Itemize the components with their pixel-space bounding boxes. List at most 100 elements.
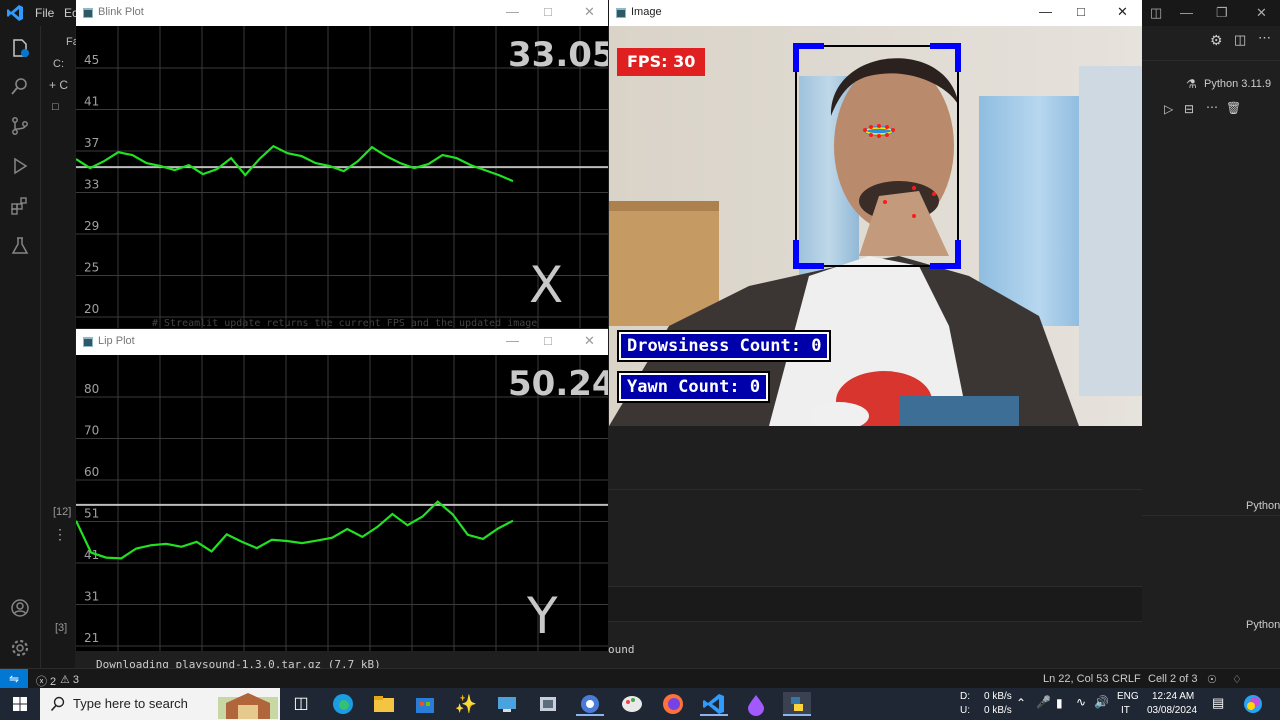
testing-flask-icon[interactable] [10, 236, 30, 256]
source-control-icon[interactable] [10, 116, 30, 136]
restore-icon[interactable]: ❐ [1216, 5, 1228, 21]
close-button[interactable]: ✕ [1117, 4, 1128, 20]
search-highlight-image [218, 693, 278, 719]
cell-more-icon[interactable]: ⋯ [1206, 100, 1218, 114]
editor-right-strip: ⚙ ◫ ⋯ ⚗ Python 3.11.9 ▷ ⊟ ⋯ 🗑 Python Pyt… [1142, 26, 1280, 668]
net-down-speed: 0 kB/s [984, 691, 1012, 702]
clock-date[interactable]: 03/08/2024 [1147, 705, 1197, 716]
lightning-app-icon[interactable]: ✨ [452, 692, 480, 716]
explorer-item[interactable]: + C [49, 78, 68, 92]
notifications-bell-icon[interactable]: ♢ [1232, 673, 1242, 686]
lip-plot-canvas: 80 70 60 51 41 31 21 50.24 Y [76, 355, 608, 651]
close-button[interactable]: ✕ [584, 4, 595, 20]
y-tick-label: 41 [84, 95, 99, 109]
webcam-image [609, 26, 1142, 426]
status-bar: ⇋ ⓧ 2 ⚠ 3 Ln 22, Col 53 CRLF Cell 2 of 3… [0, 668, 1280, 689]
search-icon[interactable] [10, 76, 30, 96]
explorer-item[interactable]: □ [52, 101, 59, 113]
app-window-icon [83, 8, 93, 18]
cell-exec-count-lower: [3] [55, 622, 68, 634]
y-tick-label: 21 [84, 631, 99, 645]
split-cell-icon[interactable]: ⊟ [1184, 102, 1194, 116]
remote-app-icon[interactable] [493, 692, 521, 716]
cursor-position[interactable]: Ln 22, Col 53 [1043, 673, 1108, 685]
problems-errors[interactable]: ⓧ 2 [36, 673, 56, 689]
explorer-item[interactable]: C: [53, 58, 64, 70]
maximize-button[interactable]: □ [1077, 4, 1085, 19]
keyboard-layout[interactable]: IT [1121, 705, 1130, 716]
clock-time[interactable]: 12:24 AM [1152, 691, 1194, 702]
notebook-area: ound [608, 426, 1142, 668]
taskbar-search-box[interactable]: Type here to search [40, 688, 280, 720]
blink-plot-window[interactable]: Blink Plot — □ ✕ 45 41 37 33 29 25 20 33.05 X … [76, 0, 608, 328]
run-debug-icon[interactable] [10, 156, 30, 176]
cell-more-icon[interactable]: ⋮ [53, 526, 67, 543]
y-tick-label: 31 [84, 590, 99, 604]
paint-app-icon[interactable] [618, 692, 646, 716]
layout-icon[interactable]: ◫ [1150, 5, 1162, 21]
language-indicator[interactable]: ENG [1117, 691, 1139, 702]
net-up-speed: 0 kB/s [984, 705, 1012, 716]
window-titlebar[interactable]: Image — □ ✕ [609, 0, 1142, 26]
explorer-icon[interactable] [10, 38, 30, 58]
maximize-button[interactable]: □ [544, 333, 552, 348]
lip-line-chart: 80706051413121 50.24 Y [76, 355, 608, 651]
python-interpreter[interactable]: Python 3.11.9 [1204, 78, 1271, 90]
net-down-label: D: [960, 691, 970, 702]
lip-series-line [76, 500, 514, 560]
gear-icon[interactable]: ⚙ [1210, 32, 1223, 49]
line-ending[interactable]: CRLF [1112, 673, 1141, 685]
windows-start-icon[interactable] [0, 688, 40, 720]
extensions-icon[interactable] [10, 196, 30, 216]
drop-app-icon[interactable] [742, 692, 770, 716]
vscode-taskbar-icon[interactable] [700, 692, 728, 716]
cell-indicator[interactable]: Cell 2 of 3 [1148, 673, 1198, 685]
notification-center-icon[interactable]: ▤ [1212, 695, 1224, 711]
vm-app-icon[interactable] [534, 692, 562, 716]
wifi-icon[interactable]: ∿ [1076, 695, 1086, 709]
axis-letter: Y [526, 587, 558, 645]
volume-icon[interactable]: 🔊 [1094, 695, 1109, 709]
close-icon[interactable]: ✕ [1256, 5, 1267, 21]
tray-chevron-icon[interactable]: ⌃ [1016, 696, 1026, 710]
cell-language-lower[interactable]: Python [1246, 619, 1280, 631]
delete-cell-icon[interactable]: 🗑 [1226, 101, 1241, 115]
y-tick-label: 25 [84, 261, 99, 275]
drowsiness-count: Drowsiness Count: 0 [617, 330, 832, 362]
menu-file[interactable]: File [35, 6, 54, 20]
run-below-icon[interactable]: ▷ [1164, 102, 1173, 116]
settings-gear-icon[interactable] [10, 638, 30, 658]
copilot-taskbar-icon[interactable] [1242, 693, 1264, 715]
kernel-flask-icon[interactable]: ⚗ [1186, 77, 1197, 91]
python-taskbar-icon[interactable] [783, 692, 811, 716]
task-view-icon[interactable]: ◫ [287, 692, 315, 716]
edge-icon[interactable] [329, 692, 357, 716]
microphone-icon[interactable]: 🎤 [1036, 695, 1051, 709]
minimize-button[interactable]: — [506, 4, 519, 19]
battery-icon[interactable]: ▮ [1056, 696, 1063, 710]
maximize-button[interactable]: □ [544, 4, 552, 19]
account-icon[interactable] [10, 598, 30, 618]
minimize-icon[interactable]: — [1180, 5, 1193, 20]
cell-language-upper[interactable]: Python [1246, 500, 1280, 512]
y-tick-label: 80 [84, 382, 99, 396]
store-icon[interactable] [411, 692, 439, 716]
close-button[interactable]: ✕ [584, 333, 595, 349]
more-actions-icon[interactable]: ⋯ [1258, 30, 1271, 46]
chrome-app-icon[interactable] [576, 692, 604, 716]
image-window[interactable]: Image — □ ✕ FPS: 30 Drowsiness Count: 0 … [609, 0, 1142, 426]
window-titlebar[interactable]: Blink Plot — □ ✕ [76, 0, 608, 26]
minimize-button[interactable]: — [1039, 4, 1052, 19]
cell-divider [608, 489, 1142, 490]
file-explorer-icon[interactable] [370, 692, 398, 716]
code-cell[interactable] [608, 586, 1142, 622]
window-titlebar[interactable]: Lip Plot — □ ✕ [76, 329, 608, 355]
firefox-icon[interactable] [659, 692, 687, 716]
problems-warnings[interactable]: ⚠ 3 [60, 673, 79, 686]
copilot-icon[interactable]: ☉ [1207, 673, 1217, 686]
y-tick-label: 37 [84, 136, 99, 150]
split-editor-icon[interactable]: ◫ [1234, 32, 1246, 48]
minimize-button[interactable]: — [506, 333, 519, 348]
lip-plot-window[interactable]: Lip Plot — □ ✕ 80 70 60 51 41 31 21 50.24 Y [76, 329, 608, 651]
remote-indicator-icon[interactable]: ⇋ [0, 669, 28, 689]
